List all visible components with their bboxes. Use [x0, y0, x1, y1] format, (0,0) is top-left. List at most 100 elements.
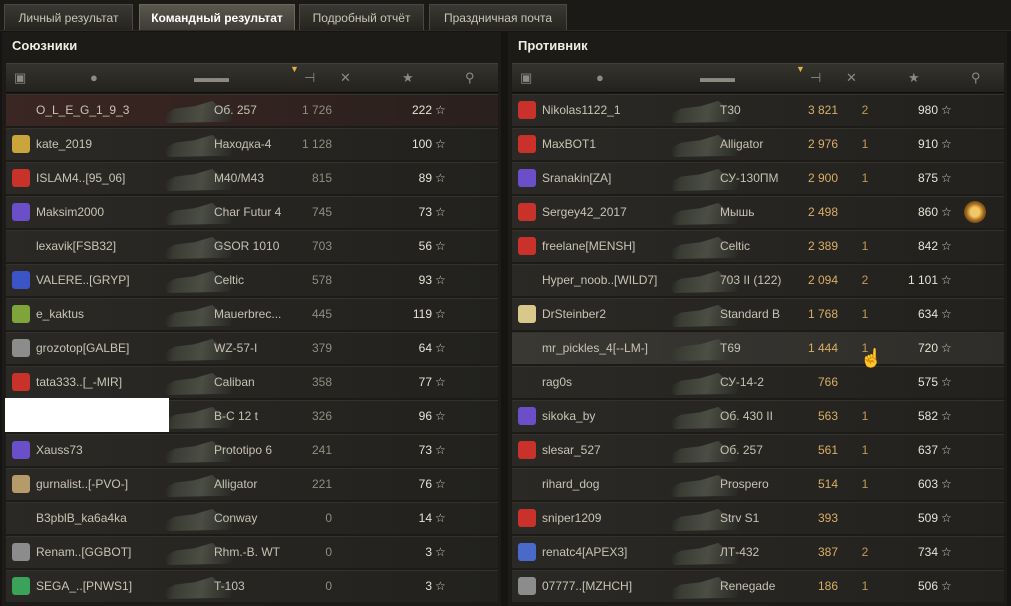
player-name[interactable]: 07777..[MZHCH]	[542, 571, 692, 602]
player-row[interactable]: Sergey42_2017 Мышь 2 498 860 ☆	[512, 196, 1004, 228]
damage-icon[interactable]: ⊣	[304, 70, 315, 86]
player-name[interactable]: B3pblB_ka6a4ka	[36, 503, 186, 534]
player-name[interactable]: gurnalist..[-PVO-]	[36, 469, 186, 500]
damage-value: 379	[311, 341, 332, 355]
player-name[interactable]: grozotop[GALBE]	[36, 333, 186, 364]
player-row[interactable]: tata333..[_-MIR] Caliban 358 77 ☆	[6, 366, 498, 398]
player-row[interactable]: slesar_527 Об. 257 561 1 637 ☆	[512, 434, 1004, 466]
allies-title: Союзники	[12, 38, 78, 53]
player-name[interactable]: renatc4[APEX3]	[542, 537, 692, 568]
player-row[interactable]: gurnalist..[-PVO-] Alligator 221 76 ☆	[6, 468, 498, 500]
tab-detailed-report[interactable]: Подробный отчёт	[299, 4, 424, 30]
frags-icon[interactable]: ✕	[846, 70, 857, 86]
vehicle-icon[interactable]: ▬▬▬	[194, 70, 229, 85]
medal-icon[interactable]: ⚲	[465, 70, 475, 86]
player-name[interactable]: Nikolas1122_1	[542, 95, 692, 126]
player-row[interactable]: B3pblB_ka6a4ka Conway 0 14 ☆	[6, 502, 498, 534]
player-row[interactable]: Renam..[GGBOT] Rhm.-B. WT 0 3 ☆	[6, 536, 498, 568]
clan-emblem-icon	[12, 339, 30, 357]
player-row[interactable]: freelane[MENSH] Celtic 2 389 1 842 ☆	[512, 230, 1004, 262]
player-row[interactable]: O_L_E_G_1_9_3 Об. 257 1 726 222 ☆	[6, 94, 498, 126]
player-name[interactable]: Hyper_noob..[WILD7]	[542, 265, 692, 296]
player-name[interactable]: rihard_dog	[542, 469, 692, 500]
player-row[interactable]: sniper1209 Strv S1 393 509 ☆	[512, 502, 1004, 534]
xp-value: 875	[917, 171, 938, 185]
player-name[interactable]: e_kaktus	[36, 299, 186, 330]
player-name[interactable]: rag0s	[542, 367, 692, 398]
clan-emblem-icon	[518, 203, 536, 221]
player-name[interactable]: sikoka_by	[542, 401, 692, 432]
medal-badge-icon[interactable]	[964, 201, 986, 223]
allies-panel: Союзники ▣ ● ▬▬▬ ▼ ⊣ ✕ ★ ⚲ O_L_E_G_1_9_3…	[2, 32, 501, 606]
damage-value: 0	[325, 511, 332, 525]
player-row[interactable]: rag0s СУ-14-2 766 575 ☆	[512, 366, 1004, 398]
star-icon: ☆	[941, 307, 952, 321]
tab-holiday-mail[interactable]: Праздничная почта	[429, 4, 567, 30]
player-name[interactable]: Xauss73	[36, 435, 186, 466]
frags-value: 1	[861, 409, 869, 423]
player-row[interactable]: e_kaktus Mauerbrec... 445 119 ☆	[6, 298, 498, 330]
player-row[interactable]: grozotop[GALBE] WZ-57-I 379 64 ☆	[6, 332, 498, 364]
xp-icon[interactable]: ★	[908, 70, 920, 86]
player-name[interactable]: sniper1209	[542, 503, 692, 534]
clan-emblem-icon	[518, 509, 536, 527]
player-row[interactable]: rihard_dog Prospero 514 1 603 ☆	[512, 468, 1004, 500]
player-row[interactable]: MaxBOT1 Alligator 2 976 1 910 ☆	[512, 128, 1004, 160]
player-row[interactable]: SEGA_..[PNWS1] T-103 0 3 ☆	[6, 570, 498, 602]
platoon-icon[interactable]: ▣	[14, 70, 26, 86]
frags-icon[interactable]: ✕	[340, 70, 351, 86]
player-name[interactable]: Sranakin[ZA]	[542, 163, 692, 194]
player-row[interactable]: kate_2019 Находка-4 1 128 100 ☆	[6, 128, 498, 160]
player-name[interactable]: kate_2019	[36, 129, 186, 160]
player-row[interactable]: VALERE..[GRYP] Celtic 578 93 ☆	[6, 264, 498, 296]
medal-icon[interactable]: ⚲	[971, 70, 981, 86]
player-row[interactable]: 07777..[MZHCH] Renegade 186 1 506 ☆	[512, 570, 1004, 602]
player-row[interactable]: lexavik[FSB32] GSOR 1010 703 56 ☆	[6, 230, 498, 262]
xp-icon[interactable]: ★	[402, 70, 414, 86]
player-name[interactable]: slesar_527	[542, 435, 692, 466]
player-name[interactable]: mr_pickles_4[--LM-]	[542, 333, 692, 364]
player-row[interactable]: DrSteinber2 Standard B1 768 1 634 ☆	[512, 298, 1004, 330]
player-row[interactable]: sikoka_by Об. 430 II 563 1 582 ☆	[512, 400, 1004, 432]
clan-emblem-icon	[12, 373, 30, 391]
star-icon: ☆	[941, 171, 952, 185]
tab-team-result[interactable]: Командный результат	[139, 4, 295, 30]
vehicle-icon[interactable]: ▬▬▬	[700, 70, 735, 85]
player-name[interactable]: MaxBOT1	[542, 129, 692, 160]
tab-personal-result[interactable]: Личный результат	[4, 4, 133, 30]
player-icon[interactable]: ●	[90, 70, 98, 85]
player-name[interactable]: Renam..[GGBOT]	[36, 537, 186, 568]
damage-value: 3 821	[807, 103, 838, 117]
player-icon[interactable]: ●	[596, 70, 604, 85]
platoon-icon[interactable]: ▣	[520, 70, 532, 86]
player-row[interactable]: mr_pickles_4[--LM-] T69 1 444 1 720 ☆	[512, 332, 1004, 364]
clan-emblem-icon	[12, 543, 30, 561]
player-name[interactable]: Sergey42_2017	[542, 197, 692, 228]
player-name[interactable]: SEGA_..[PNWS1]	[36, 571, 186, 602]
clan-emblem-icon	[12, 135, 30, 153]
player-row[interactable]: ISLAM4..[95_06] M40/M43 815 89 ☆	[6, 162, 498, 194]
player-name[interactable]: Maksim2000	[36, 197, 186, 228]
clan-emblem-icon	[12, 475, 30, 493]
player-name[interactable]: ISLAM4..[95_06]	[36, 163, 186, 194]
player-name[interactable]: VALERE..[GRYP]	[36, 265, 186, 296]
player-row[interactable]: Xauss73 Prototipo 6 241 73 ☆	[6, 434, 498, 466]
xp-value: 506	[917, 579, 938, 593]
player-name[interactable]: O_L_E_G_1_9_3	[36, 95, 186, 126]
player-name[interactable]: lexavik[FSB32]	[36, 231, 186, 262]
player-name[interactable]: tata333..[_-MIR]	[36, 367, 186, 398]
player-row[interactable]: Sranakin[ZA] СУ-130ПМ 2 900 1 875 ☆	[512, 162, 1004, 194]
player-row[interactable]: Maksim2000 Char Futur 4 745 73 ☆	[6, 196, 498, 228]
player-name[interactable]: freelane[MENSH]	[542, 231, 692, 262]
player-name[interactable]: DrSteinber2	[542, 299, 692, 330]
player-row[interactable]: Nikolas1122_1 T30 3 821 2 980 ☆	[512, 94, 1004, 126]
player-row[interactable]: renatc4[APEX3] ЛТ-432 387 2 734 ☆	[512, 536, 1004, 568]
player-row[interactable]: Hyper_noob..[WILD7] 703 II (122) 2 094 2 1 1…	[512, 264, 1004, 296]
xp-value: 634	[917, 307, 938, 321]
frags-value	[344, 537, 374, 568]
enemies-panel: Противник ▣ ● ▬▬▬ ▼ ⊣ ✕ ★ ⚲ Nikolas1122_…	[508, 32, 1007, 606]
frags-value	[344, 571, 374, 602]
damage-icon[interactable]: ⊣	[810, 70, 821, 86]
xp-value: 77	[418, 375, 432, 389]
frags-value: 2	[861, 273, 869, 287]
